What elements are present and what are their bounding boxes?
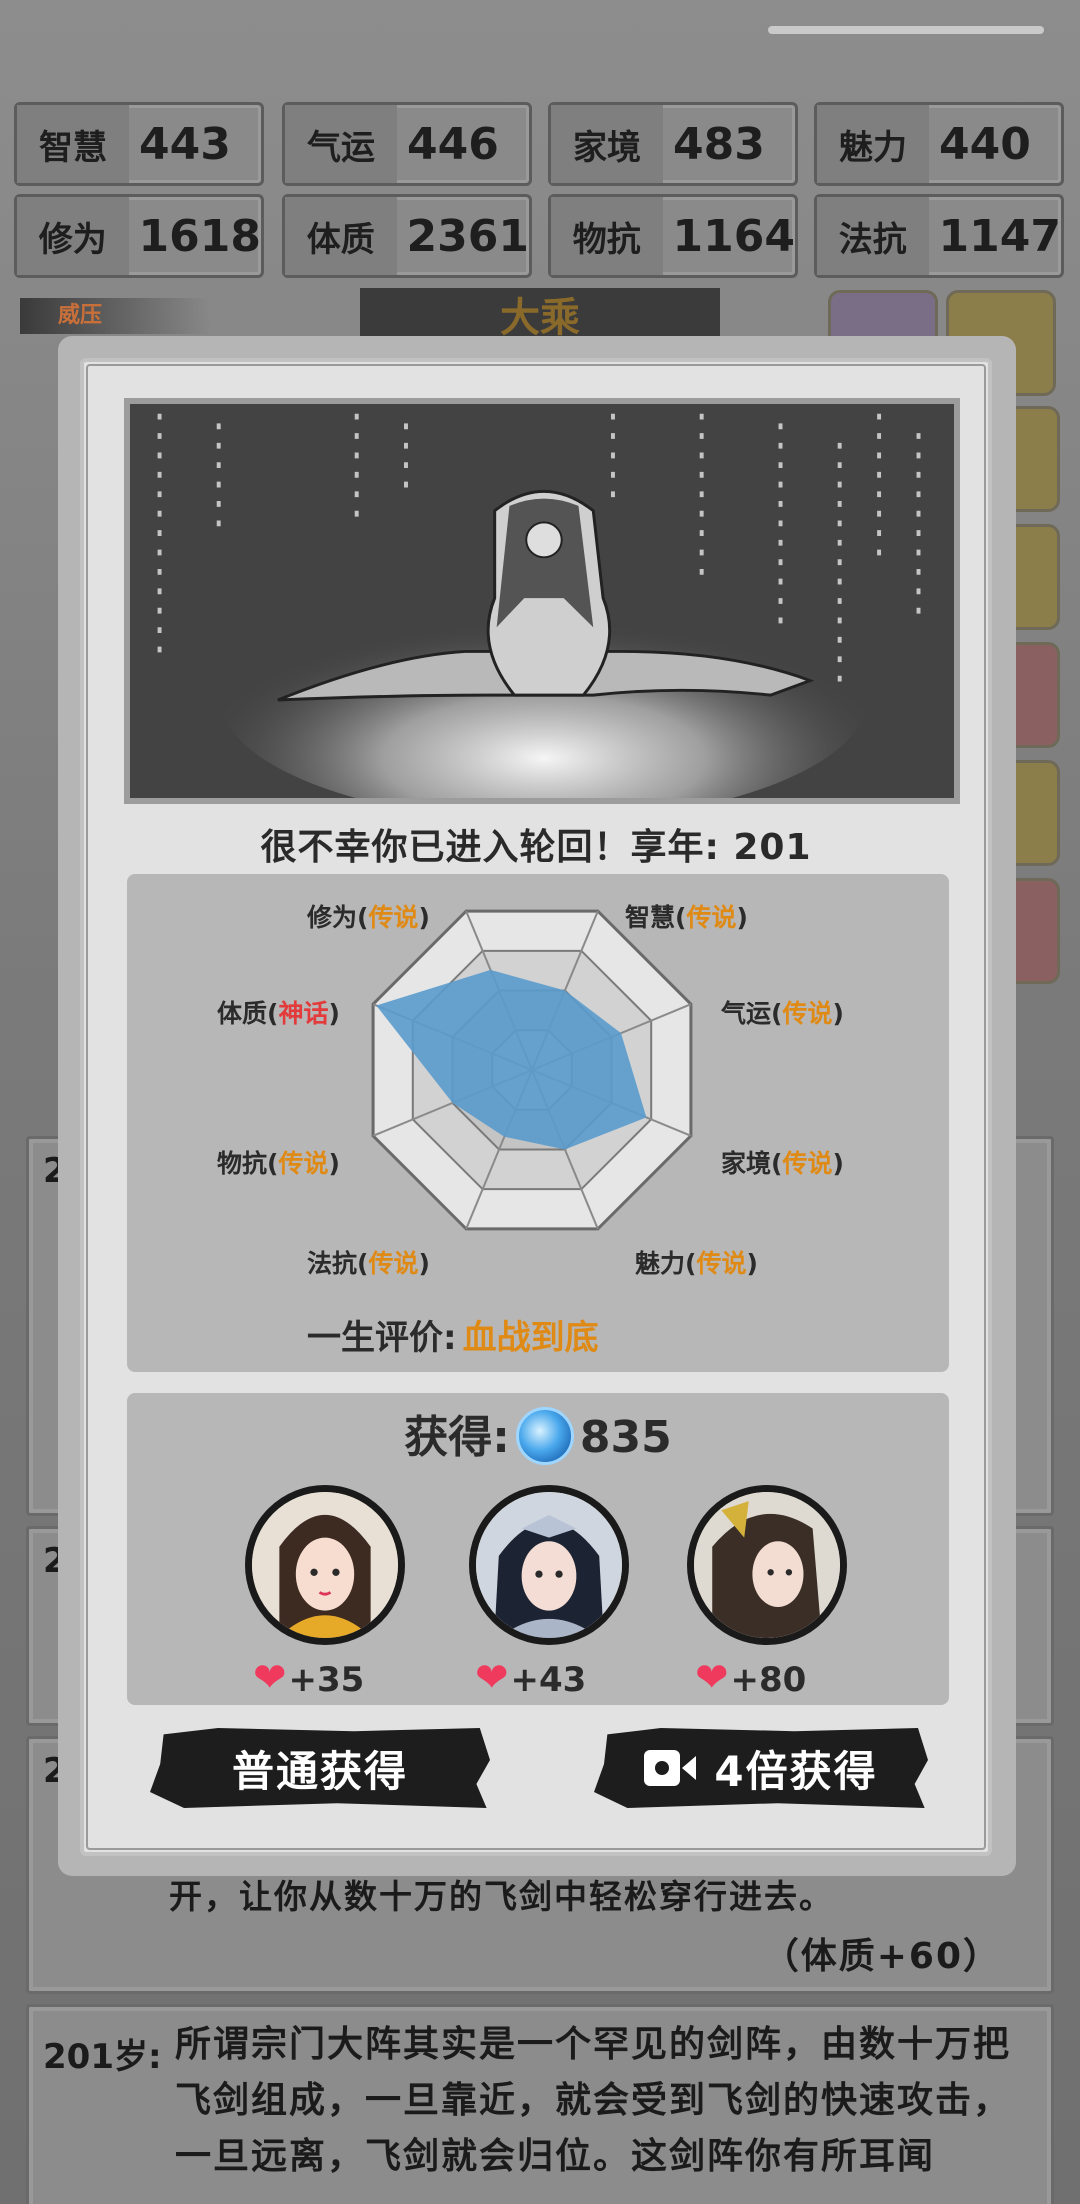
- companion-portrait-2: [469, 1485, 629, 1645]
- stat-value: 1618: [138, 210, 261, 262]
- radar-axis-label: 法抗(传说): [307, 1249, 430, 1278]
- axis-rank: 传说: [368, 903, 419, 932]
- axis-name: 家境: [721, 1149, 772, 1178]
- stat-label: 修为: [17, 197, 129, 275]
- axis-rank: 传说: [782, 1149, 833, 1178]
- attribute-radar-panel: 修为(传说) 智慧(传说) 气运(传说) 家境(传说) 魅力(传说) 法抗(传说) 物抗(传…: [127, 874, 949, 1372]
- stat-label: 法抗: [817, 197, 929, 275]
- axis-rank: 传说: [368, 1249, 419, 1278]
- normal-claim-label: 普通获得: [231, 1746, 408, 1796]
- radar-axis-label: 体质(神话): [217, 999, 340, 1028]
- event-text: 所谓宗门大阵其实是一个罕见的剑阵，由数十万把飞剑组成，一旦靠近，就会受到飞剑的快…: [175, 2024, 1012, 2177]
- radar-axis-label: 物抗(传说): [217, 1149, 340, 1178]
- stat-label: 魅力: [817, 105, 929, 183]
- stat-value: 2361: [406, 210, 529, 262]
- axis-name: 智慧: [625, 903, 676, 932]
- axis-rank: 传说: [696, 1249, 747, 1278]
- stat-box: 体质 2361: [282, 194, 532, 278]
- reward-header: 获得: 835: [127, 1401, 949, 1469]
- stat-value: 1164: [672, 210, 795, 262]
- stat-box: 魅力 440: [814, 102, 1064, 186]
- stat-box: 物抗 1164: [548, 194, 798, 278]
- heart-icon: ❤: [475, 1655, 509, 1701]
- companion-portrait-1: [245, 1485, 405, 1645]
- affection-1: ❤+35: [253, 1655, 364, 1701]
- life-eval-value: 血战到底: [462, 1318, 599, 1358]
- reward-panel: 获得: 835 ❤+35 ❤+43 ❤+80: [127, 1393, 949, 1705]
- video-camera-icon: [644, 1750, 697, 1786]
- affection-value: +80: [730, 1660, 807, 1700]
- axis-name: 体质: [217, 999, 268, 1028]
- stat-label: 物抗: [551, 197, 663, 275]
- side-tab-weiya[interactable]: 威压: [20, 298, 210, 334]
- spirit-stone-icon: [515, 1407, 574, 1465]
- event-reward: （体质+60）: [762, 1936, 1001, 1977]
- stat-value: 443: [139, 118, 231, 170]
- stat-value: 1147: [938, 210, 1061, 262]
- affection-2: ❤+43: [475, 1655, 586, 1701]
- home-indicator: [768, 26, 1044, 34]
- radar-axis-label: 修为(传说): [307, 903, 430, 932]
- axis-name: 物抗: [217, 1149, 268, 1178]
- stat-box: 智慧 443: [14, 102, 264, 186]
- radar-axis-label: 家境(传说): [721, 1149, 844, 1178]
- heart-icon: ❤: [695, 1655, 729, 1701]
- affection-value: +35: [288, 1660, 365, 1700]
- reward-amount: 835: [579, 1412, 672, 1463]
- heart-icon: ❤: [253, 1655, 287, 1701]
- ad-claim-4x-button[interactable]: 4倍获得: [594, 1728, 928, 1808]
- axis-rank: 传说: [686, 903, 737, 932]
- stat-value: 440: [939, 118, 1031, 170]
- stat-box: 法抗 1147: [814, 194, 1064, 278]
- reward-label: 获得:: [404, 1412, 510, 1463]
- death-message: 很不幸你已进入轮回！享年: 201: [260, 827, 812, 868]
- stat-label: 体质: [285, 197, 397, 275]
- event-text: 开，让你从数十万的飞剑中轻松穿行进去。: [169, 1877, 834, 1916]
- stat-box: 气运 446: [282, 102, 532, 186]
- stat-box: 修为 1618: [14, 194, 264, 278]
- ad-claim-label: 4倍获得: [714, 1746, 878, 1796]
- radar-axis-label: 魅力(传说): [635, 1249, 758, 1278]
- radar-axis-label: 智慧(传说): [625, 903, 748, 932]
- axis-rank: 传说: [278, 1149, 329, 1178]
- stat-label: 气运: [285, 105, 397, 183]
- axis-name: 魅力: [635, 1249, 686, 1278]
- normal-claim-button[interactable]: 普通获得: [150, 1728, 490, 1808]
- axis-rank: 神话: [278, 999, 329, 1028]
- stat-label: 智慧: [17, 105, 129, 183]
- event-log-card-4: 201岁: 所谓宗门大阵其实是一个罕见的剑阵，由数十万把飞剑组成，一旦靠近，就会…: [26, 2004, 1054, 2204]
- life-eval-label: 一生评价:: [307, 1318, 457, 1358]
- stat-value: 446: [407, 118, 499, 170]
- axis-name: 法抗: [307, 1249, 358, 1278]
- axis-name: 气运: [721, 999, 772, 1028]
- life-evaluation: 一生评价: 血战到底: [307, 1310, 599, 1359]
- realm-title-band: 大乘: [360, 288, 720, 341]
- event-age: 201岁:: [43, 2037, 162, 2077]
- axis-name: 修为: [307, 903, 358, 932]
- companion-portrait-3: [687, 1485, 847, 1645]
- axis-rank: 传说: [782, 999, 833, 1028]
- radar-chart: [371, 909, 693, 1231]
- stat-box: 家境 483: [548, 102, 798, 186]
- affection-value: +43: [510, 1660, 587, 1700]
- side-tab-label: 威压: [58, 303, 103, 328]
- stat-value: 483: [673, 118, 765, 170]
- reincarnation-illustration: [124, 398, 960, 804]
- stat-label: 家境: [551, 105, 663, 183]
- affection-3: ❤+80: [695, 1655, 806, 1701]
- radar-axis-label: 气运(传说): [721, 999, 844, 1028]
